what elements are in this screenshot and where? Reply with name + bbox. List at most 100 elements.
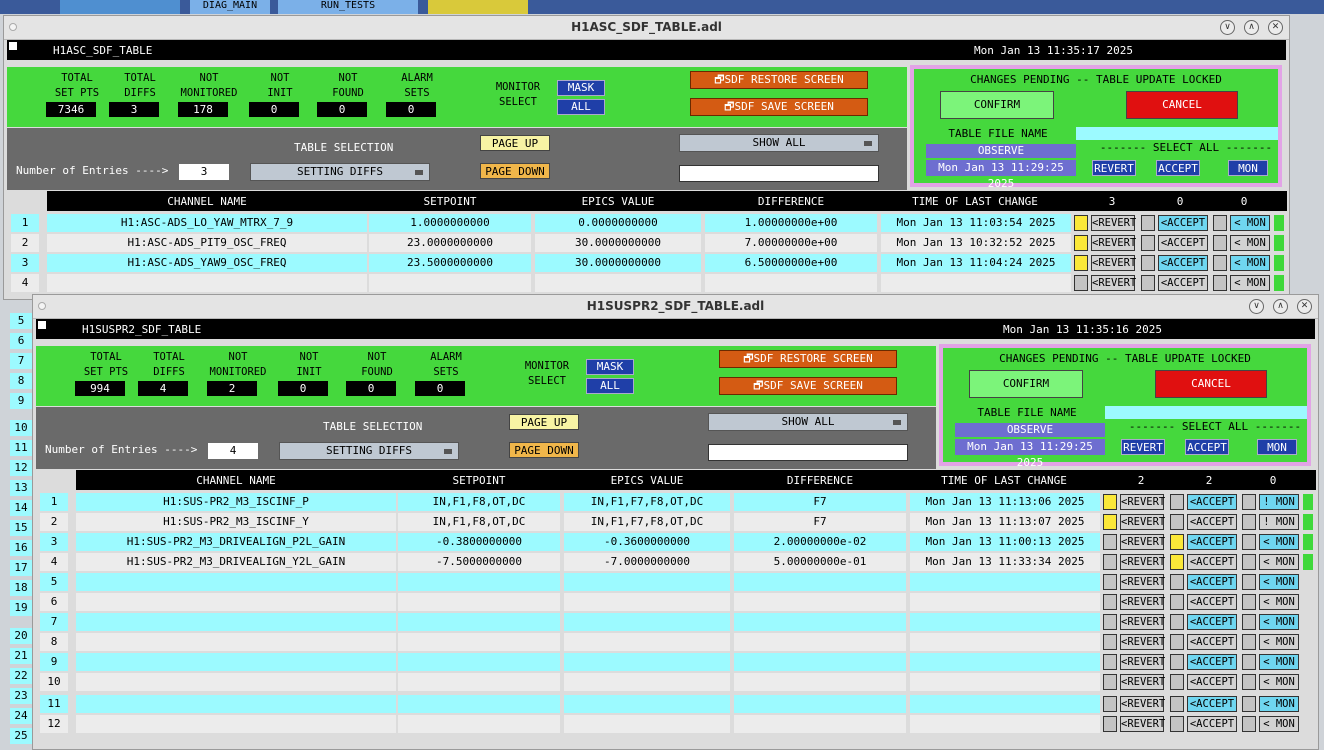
row-revert-button[interactable]: <REVERT xyxy=(1120,554,1165,570)
row-revert-button[interactable]: <REVERT xyxy=(1091,215,1136,231)
accept-select-checkbox[interactable] xyxy=(1141,235,1155,251)
row-mon-button[interactable]: ! MON xyxy=(1259,494,1299,510)
row-accept-button[interactable]: <ACCEPT xyxy=(1187,514,1237,530)
revert-select-checkbox[interactable] xyxy=(1103,574,1117,590)
cancel-button[interactable]: CANCEL xyxy=(1126,91,1238,119)
row-accept-button[interactable]: <ACCEPT xyxy=(1158,255,1208,271)
row-accept-button[interactable]: <ACCEPT xyxy=(1187,716,1237,732)
row-accept-button[interactable]: <ACCEPT xyxy=(1187,554,1237,570)
confirm-button[interactable]: CONFIRM xyxy=(969,370,1083,398)
accept-select-checkbox[interactable] xyxy=(1170,554,1184,570)
row-mon-button[interactable]: < MON xyxy=(1230,215,1270,231)
mon-select-checkbox[interactable] xyxy=(1213,255,1227,271)
accept-select-checkbox[interactable] xyxy=(1170,696,1184,712)
page-up-button[interactable]: PAGE UP xyxy=(509,414,579,430)
window-titlebar[interactable]: H1ASC_SDF_TABLE.adl ∨ ∧ ✕ xyxy=(4,16,1289,40)
row-mon-button[interactable]: < MON xyxy=(1259,574,1299,590)
mon-select-checkbox[interactable] xyxy=(1213,275,1227,291)
revert-select-checkbox[interactable] xyxy=(1103,554,1117,570)
mon-select-checkbox[interactable] xyxy=(1242,554,1256,570)
page-down-button[interactable]: PAGE DOWN xyxy=(509,442,579,458)
accept-select-checkbox[interactable] xyxy=(1170,594,1184,610)
accept-all-button[interactable]: ACCEPT xyxy=(1185,439,1229,455)
setting-diffs-menu[interactable]: SETTING DIFFS xyxy=(279,442,459,460)
table-file-name-field[interactable] xyxy=(1076,127,1278,140)
sdf-restore-screen-button[interactable]: 🗗SDF RESTORE SCREEN xyxy=(719,350,897,368)
row-mon-button[interactable]: < MON xyxy=(1259,594,1299,610)
mon-select-checkbox[interactable] xyxy=(1213,235,1227,251)
accept-select-checkbox[interactable] xyxy=(1170,634,1184,650)
revert-select-checkbox[interactable] xyxy=(1103,514,1117,530)
row-accept-button[interactable]: <ACCEPT xyxy=(1187,494,1237,510)
row-mon-button[interactable]: ! MON xyxy=(1259,514,1299,530)
row-revert-button[interactable]: <REVERT xyxy=(1120,494,1165,510)
row-accept-button[interactable]: <ACCEPT xyxy=(1187,654,1237,670)
accept-select-checkbox[interactable] xyxy=(1170,574,1184,590)
maximize-icon[interactable]: ∧ xyxy=(1244,20,1259,35)
row-revert-button[interactable]: <REVERT xyxy=(1120,574,1165,590)
cancel-button[interactable]: CANCEL xyxy=(1155,370,1267,398)
mon-select-checkbox[interactable] xyxy=(1242,674,1256,690)
row-accept-button[interactable]: <ACCEPT xyxy=(1158,275,1208,291)
revert-select-checkbox[interactable] xyxy=(1103,716,1117,732)
mon-select-checkbox[interactable] xyxy=(1242,634,1256,650)
revert-select-checkbox[interactable] xyxy=(1103,634,1117,650)
row-revert-button[interactable]: <REVERT xyxy=(1120,716,1165,732)
revert-select-checkbox[interactable] xyxy=(1103,614,1117,630)
accept-select-checkbox[interactable] xyxy=(1170,614,1184,630)
filter-input[interactable] xyxy=(679,165,879,182)
row-revert-button[interactable]: <REVERT xyxy=(1120,534,1165,550)
show-all-menu[interactable]: SHOW ALL xyxy=(708,413,908,431)
setting-diffs-menu[interactable]: SETTING DIFFS xyxy=(250,163,430,181)
accept-select-checkbox[interactable] xyxy=(1170,716,1184,732)
revert-all-button[interactable]: REVERT xyxy=(1092,160,1136,176)
row-revert-button[interactable]: <REVERT xyxy=(1120,514,1165,530)
page-up-button[interactable]: PAGE UP xyxy=(480,135,550,151)
mon-all-button[interactable]: MON xyxy=(1228,160,1268,176)
row-mon-button[interactable]: < MON xyxy=(1259,654,1299,670)
revert-select-checkbox[interactable] xyxy=(1103,534,1117,550)
accept-all-button[interactable]: ACCEPT xyxy=(1156,160,1200,176)
row-mon-button[interactable]: < MON xyxy=(1259,716,1299,732)
sdf-restore-screen-button[interactable]: 🗗SDF RESTORE SCREEN xyxy=(690,71,868,89)
row-mon-button[interactable]: < MON xyxy=(1259,534,1299,550)
row-accept-button[interactable]: <ACCEPT xyxy=(1187,594,1237,610)
window-titlebar[interactable]: H1SUSPR2_SDF_TABLE.adl ∨ ∧ ✕ xyxy=(33,295,1318,319)
all-button[interactable]: ALL xyxy=(557,99,605,115)
revert-select-checkbox[interactable] xyxy=(1103,654,1117,670)
close-icon[interactable]: ✕ xyxy=(1268,20,1283,35)
accept-select-checkbox[interactable] xyxy=(1170,494,1184,510)
row-revert-button[interactable]: <REVERT xyxy=(1091,235,1136,251)
accept-select-checkbox[interactable] xyxy=(1141,215,1155,231)
row-accept-button[interactable]: <ACCEPT xyxy=(1187,634,1237,650)
mon-select-checkbox[interactable] xyxy=(1242,494,1256,510)
row-accept-button[interactable]: <ACCEPT xyxy=(1187,674,1237,690)
row-accept-button[interactable]: <ACCEPT xyxy=(1158,235,1208,251)
accept-select-checkbox[interactable] xyxy=(1170,674,1184,690)
revert-all-button[interactable]: REVERT xyxy=(1121,439,1165,455)
show-all-menu[interactable]: SHOW ALL xyxy=(679,134,879,152)
mask-button[interactable]: MASK xyxy=(557,80,605,96)
revert-select-checkbox[interactable] xyxy=(1103,696,1117,712)
row-revert-button[interactable]: <REVERT xyxy=(1091,255,1136,271)
row-accept-button[interactable]: <ACCEPT xyxy=(1187,534,1237,550)
mon-select-checkbox[interactable] xyxy=(1242,696,1256,712)
all-button[interactable]: ALL xyxy=(586,378,634,394)
row-mon-button[interactable]: < MON xyxy=(1230,275,1270,291)
mask-button[interactable]: MASK xyxy=(586,359,634,375)
row-mon-button[interactable]: < MON xyxy=(1230,255,1270,271)
row-revert-button[interactable]: <REVERT xyxy=(1120,634,1165,650)
revert-select-checkbox[interactable] xyxy=(1103,674,1117,690)
table-file-name-field[interactable] xyxy=(1105,406,1307,419)
mon-select-checkbox[interactable] xyxy=(1242,534,1256,550)
row-revert-button[interactable]: <REVERT xyxy=(1091,275,1136,291)
revert-select-checkbox[interactable] xyxy=(1074,275,1088,291)
mon-select-checkbox[interactable] xyxy=(1213,215,1227,231)
run-tests-tab[interactable]: RUN_TESTS xyxy=(278,0,418,14)
row-revert-button[interactable]: <REVERT xyxy=(1120,696,1165,712)
close-icon[interactable]: ✕ xyxy=(1297,299,1312,314)
revert-select-checkbox[interactable] xyxy=(1074,255,1088,271)
row-accept-button[interactable]: <ACCEPT xyxy=(1187,696,1237,712)
row-mon-button[interactable]: < MON xyxy=(1259,674,1299,690)
mon-all-button[interactable]: MON xyxy=(1257,439,1297,455)
